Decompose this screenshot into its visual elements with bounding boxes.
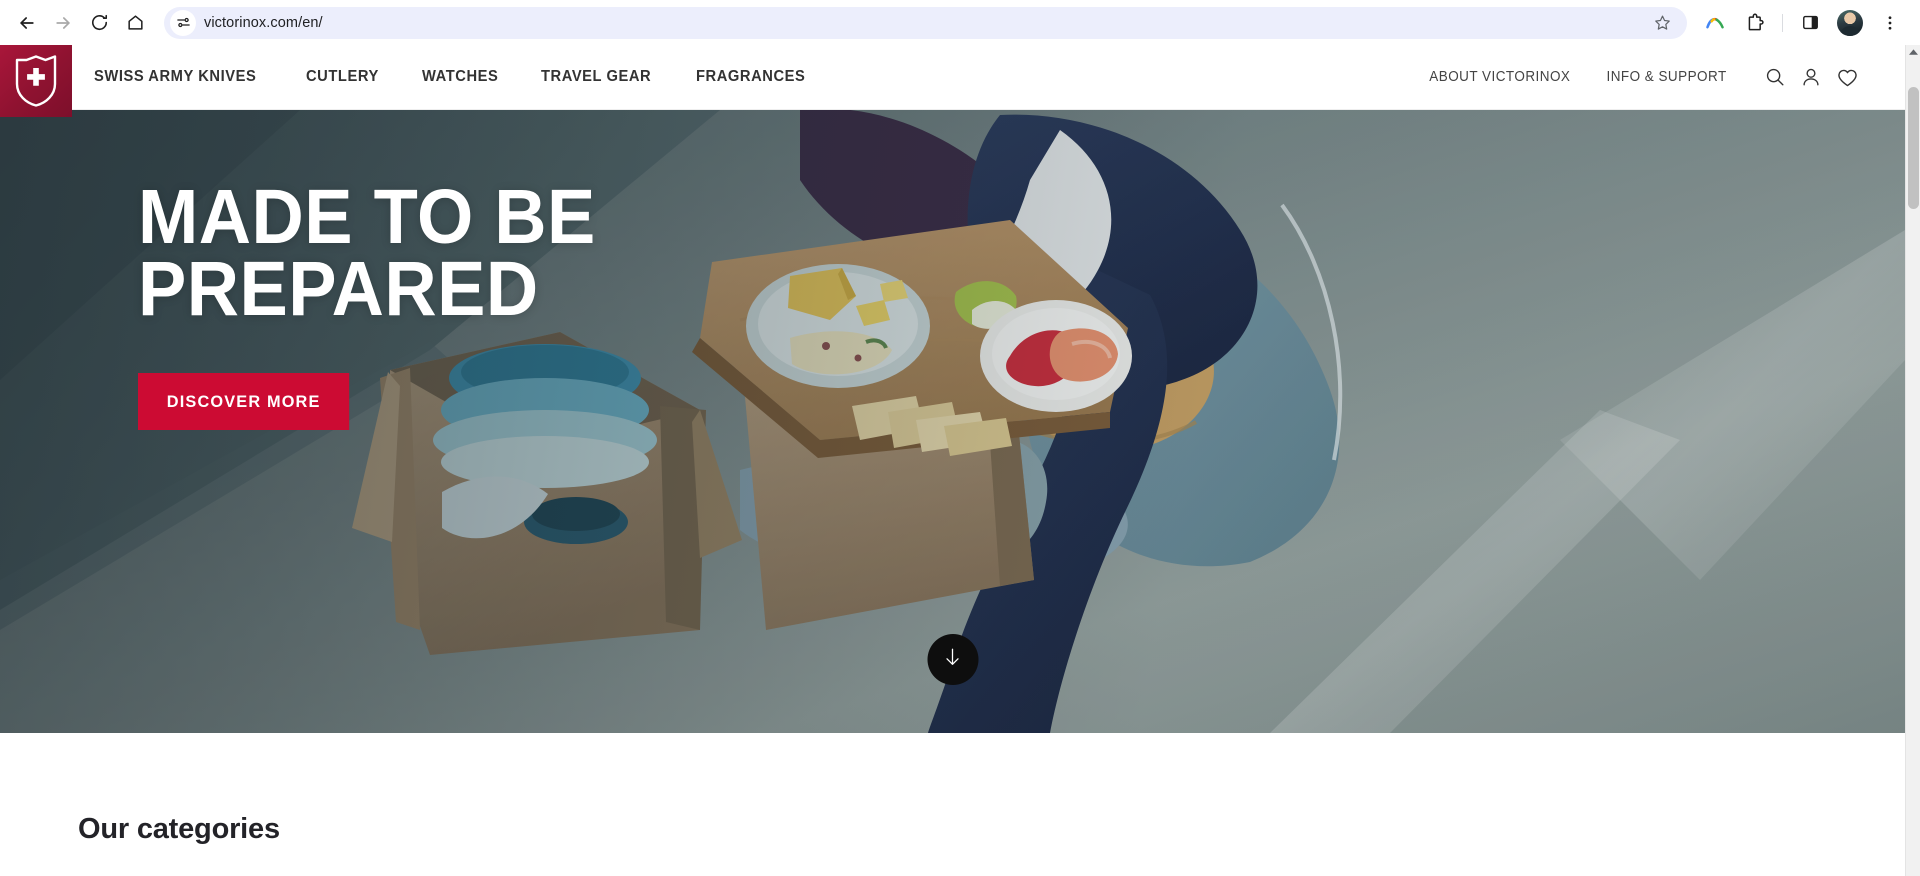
hero-title: MADE TO BE PREPARED <box>138 179 596 328</box>
three-dot-menu-icon[interactable] <box>1873 6 1907 40</box>
search-icon[interactable] <box>1757 59 1793 95</box>
page-title: Our categories <box>78 813 280 845</box>
avatar <box>1837 9 1863 36</box>
scrollbar-up-arrow-icon[interactable] <box>1906 45 1920 60</box>
hero-content: MADE TO BE PREPARED DISCOVER MORE <box>138 179 625 431</box>
nav-item-swiss-army-knives[interactable]: SWISS ARMY KNIVES <box>94 68 256 86</box>
hero-title-line-2: PREPARED <box>138 245 539 332</box>
scrollbar-thumb[interactable] <box>1908 87 1919 209</box>
nav-item-fragrances[interactable]: FRAGRANCES <box>696 68 805 86</box>
util-link-about-victorinox[interactable]: ABOUT VICTORINOX <box>1429 69 1570 85</box>
site-header: SWISS ARMY KNIVES CUTLERY WATCHES TRAVEL… <box>0 45 1905 117</box>
profile-avatar[interactable] <box>1833 6 1867 40</box>
browser-toolbar: victorinox.com/en/ <box>0 0 1920 45</box>
address-bar-url: victorinox.com/en/ <box>204 14 323 31</box>
google-arc-icon[interactable] <box>1698 6 1732 40</box>
address-bar[interactable]: victorinox.com/en/ <box>164 6 1687 39</box>
heart-wishlist-icon[interactable] <box>1829 59 1865 95</box>
scroll-down-button[interactable] <box>927 634 978 685</box>
reload-button[interactable] <box>82 6 116 40</box>
star-icon[interactable] <box>1649 10 1675 36</box>
nav-item-travel-gear[interactable]: TRAVEL GEAR <box>541 68 651 86</box>
home-button[interactable] <box>118 6 152 40</box>
header-utilities: ABOUT VICTORINOX INFO & SUPPORT <box>1424 59 1905 95</box>
our-categories-section: Our categories <box>0 733 1905 846</box>
arrow-down-icon <box>942 645 964 674</box>
nav-item-cutlery[interactable]: CUTLERY <box>306 68 379 86</box>
page-viewport: SWISS ARMY KNIVES CUTLERY WATCHES TRAVEL… <box>0 45 1905 876</box>
side-panel-icon[interactable] <box>1793 6 1827 40</box>
user-account-icon[interactable] <box>1793 59 1829 95</box>
discover-more-button[interactable]: DISCOVER MORE <box>138 373 350 431</box>
tune-icon[interactable] <box>170 9 196 36</box>
hero-banner: MADE TO BE PREPARED DISCOVER MORE <box>0 110 1905 733</box>
primary-navigation: SWISS ARMY KNIVES CUTLERY WATCHES TRAVEL… <box>94 68 815 86</box>
forward-button[interactable] <box>46 6 80 40</box>
nav-item-watches[interactable]: WATCHES <box>422 68 498 86</box>
back-button[interactable] <box>10 6 44 40</box>
page-scrollbar[interactable] <box>1905 45 1920 876</box>
util-link-info-support[interactable]: INFO & SUPPORT <box>1606 69 1726 85</box>
puzzle-piece-icon[interactable] <box>1738 6 1772 40</box>
victorinox-shield-cross-logo[interactable] <box>0 45 72 117</box>
toolbar-divider <box>1782 13 1783 32</box>
